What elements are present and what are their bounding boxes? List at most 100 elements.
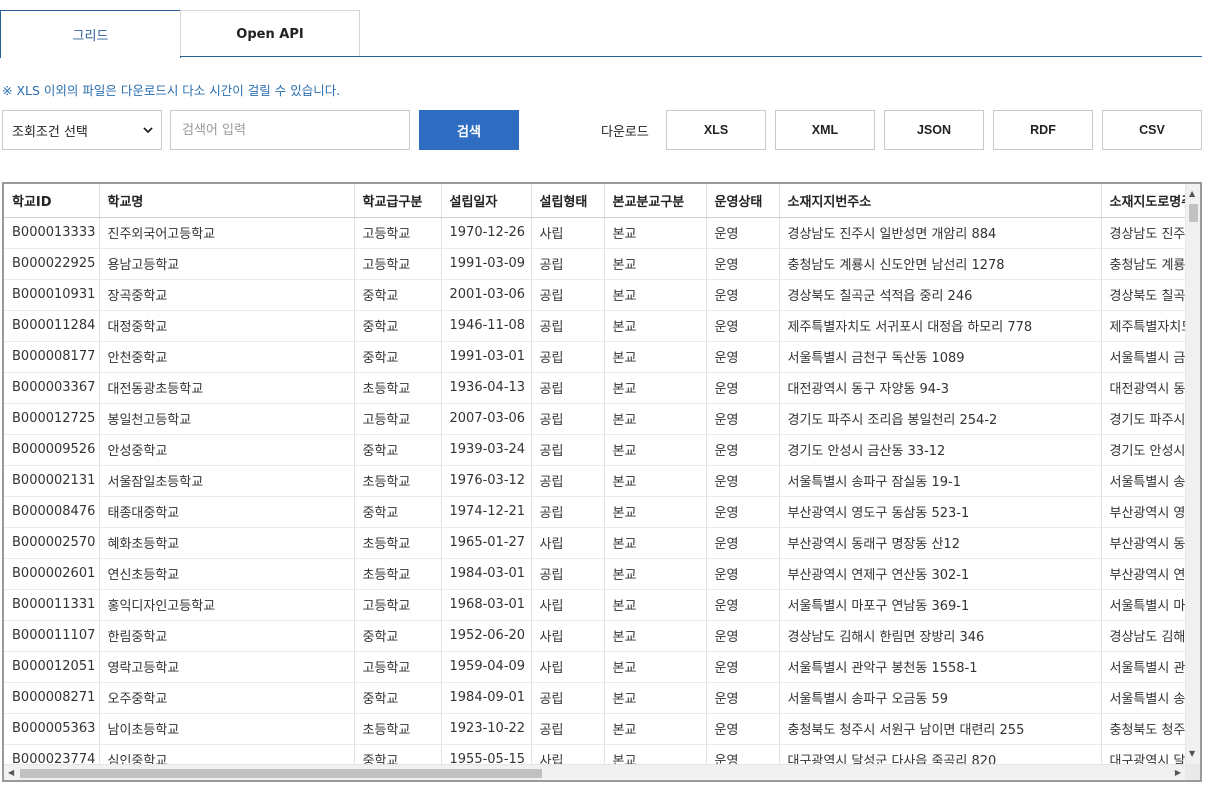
- table-row[interactable]: B000013333 진주외국어고등학교 고등학교 1970-12-26 사립 본교 운영 경…: [4, 217, 1185, 249]
- vertical-scrollbar[interactable]: ▲ ▼: [1185, 184, 1200, 764]
- column-header[interactable]: 학교ID: [4, 184, 100, 218]
- table-row[interactable]: B000003367 대전동광초등학교 초등학교 1936-04-13 공립 본교 운영 대전…: [4, 372, 1185, 404]
- table-cell: 중학교: [354, 310, 442, 342]
- table-cell: 본교: [604, 217, 707, 249]
- vertical-scroll-thumb[interactable]: [1189, 204, 1198, 222]
- table-cell: 1936-04-13: [441, 372, 532, 404]
- table-cell: 경상남도 진주시: [1101, 217, 1185, 249]
- table-cell: 1974-12-21: [441, 496, 532, 528]
- search-condition-value: 조회조건 선택: [12, 124, 88, 140]
- download-xml-button[interactable]: XML: [775, 110, 875, 150]
- table-cell: 본교: [604, 651, 707, 683]
- table-cell: 고등학교: [354, 248, 442, 280]
- table-cell: 충청남도 계룡시 신도안면 남선리 1278: [779, 248, 1102, 280]
- table-row[interactable]: B000022925 용남고등학교 고등학교 1991-03-09 공립 본교 운영 충청남도…: [4, 248, 1185, 280]
- table-cell: B000005363: [4, 713, 100, 745]
- table-cell: B000008271: [4, 682, 100, 714]
- table-cell: 태종대중학교: [99, 496, 355, 528]
- table-row[interactable]: B000012051 영락고등학교 고등학교 1959-04-09 사립 본교 운영 서울특별…: [4, 651, 1185, 683]
- table-cell: 부산광역시 영도구: [1101, 496, 1185, 528]
- table-cell: 본교: [604, 341, 707, 373]
- table-cell: 2001-03-06: [441, 279, 532, 311]
- table-cell: 서울특별시 송파구: [1101, 465, 1185, 497]
- scroll-down-arrow-icon[interactable]: ▼: [1189, 750, 1195, 758]
- table-cell: B000011107: [4, 620, 100, 652]
- table-cell: 경기도 안성시: [1101, 434, 1185, 466]
- column-header[interactable]: 본교분교구분: [604, 184, 707, 218]
- search-condition-select[interactable]: 조회조건 선택: [2, 110, 162, 150]
- column-header[interactable]: 소재지도로명주소: [1101, 184, 1185, 218]
- table-cell: 대정중학교: [99, 310, 355, 342]
- column-header[interactable]: 설립일자: [441, 184, 532, 218]
- table-row[interactable]: B000002131 서울잠일초등학교 초등학교 1976-03-12 공립 본교 운영 서울…: [4, 465, 1185, 497]
- column-header[interactable]: 운영상태: [706, 184, 780, 218]
- table-cell: 연신초등학교: [99, 558, 355, 590]
- table-cell: B000012725: [4, 403, 100, 435]
- download-csv-button[interactable]: CSV: [1102, 110, 1202, 150]
- table-cell: 운영: [706, 217, 780, 249]
- table-row[interactable]: B000008271 오주중학교 중학교 1984-09-01 공립 본교 운영 서울특별시 …: [4, 682, 1185, 714]
- table-cell: 운영: [706, 651, 780, 683]
- table-cell: 초등학교: [354, 713, 442, 745]
- table-cell: 경상북도 칠곡군 석적읍 중리 246: [779, 279, 1102, 311]
- table-row[interactable]: B000008476 태종대중학교 중학교 1974-12-21 공립 본교 운영 부산광역시…: [4, 496, 1185, 528]
- data-grid: 학교ID 학교명 학교급구분 설립일자 설립형태 본교분교구분 운영상태 소재지지번주소 소재지…: [2, 182, 1202, 782]
- table-cell: 경기도 파주시: [1101, 403, 1185, 435]
- chevron-down-icon: [143, 127, 153, 134]
- table-row[interactable]: B000005363 남이초등학교 초등학교 1923-10-22 공립 본교 운영 충청북도…: [4, 713, 1185, 745]
- download-xls-button[interactable]: XLS: [666, 110, 766, 150]
- scrollbar-corner: [1185, 764, 1200, 780]
- table-cell: 부산광역시 동래구: [1101, 527, 1185, 559]
- table-cell: 1991-03-09: [441, 248, 532, 280]
- table-cell: 1955-05-15: [441, 744, 532, 764]
- column-header[interactable]: 설립형태: [531, 184, 605, 218]
- download-label: 다운로드: [601, 125, 649, 140]
- table-cell: 본교: [604, 558, 707, 590]
- download-json-button[interactable]: JSON: [884, 110, 984, 150]
- table-cell: 사립: [531, 217, 605, 249]
- table-cell: 대전동광초등학교: [99, 372, 355, 404]
- table-row[interactable]: B000023774 심인중학교 중학교 1955-05-15 사립 본교 운영 대구광역시 …: [4, 744, 1185, 764]
- scroll-left-arrow-icon[interactable]: ◀: [8, 769, 14, 777]
- horizontal-scrollbar[interactable]: ◀ ▶: [4, 764, 1185, 780]
- table-cell: 운영: [706, 310, 780, 342]
- table-cell: 본교: [604, 434, 707, 466]
- column-header[interactable]: 소재지지번주소: [779, 184, 1102, 218]
- table-cell: B000010931: [4, 279, 100, 311]
- table-row[interactable]: B000012725 봉일천고등학교 고등학교 2007-03-06 공립 본교 운영 경기도…: [4, 403, 1185, 435]
- download-rdf-button[interactable]: RDF: [993, 110, 1093, 150]
- search-input[interactable]: [170, 110, 410, 150]
- table-cell: 1976-03-12: [441, 465, 532, 497]
- table-row[interactable]: B000011331 홍익디자인고등학교 고등학교 1968-03-01 사립 본교 운영 서…: [4, 589, 1185, 621]
- table-cell: 1968-03-01: [441, 589, 532, 621]
- table-cell: 홍익디자인고등학교: [99, 589, 355, 621]
- table-row[interactable]: B000011284 대정중학교 중학교 1946-11-08 공립 본교 운영 제주특별자치…: [4, 310, 1185, 342]
- horizontal-scroll-thumb[interactable]: [20, 769, 542, 778]
- table-cell: 본교: [604, 744, 707, 764]
- grid-table: 학교ID 학교명 학교급구분 설립일자 설립형태 본교분교구분 운영상태 소재지지번주소 소재지…: [4, 184, 1185, 764]
- table-cell: 초등학교: [354, 558, 442, 590]
- table-row[interactable]: B000009526 안성중학교 중학교 1939-03-24 공립 본교 운영 경기도 안성…: [4, 434, 1185, 466]
- column-header[interactable]: 학교급구분: [354, 184, 442, 218]
- tab-open-api[interactable]: Open API: [180, 10, 360, 57]
- table-cell: 초등학교: [354, 372, 442, 404]
- table-cell: 본교: [604, 465, 707, 497]
- scroll-right-arrow-icon[interactable]: ▶: [1175, 769, 1181, 777]
- table-row[interactable]: B000010931 장곡중학교 중학교 2001-03-06 공립 본교 운영 경상북도 칠…: [4, 279, 1185, 311]
- table-cell: 대전광역시 동구: [1101, 372, 1185, 404]
- table-cell: B000022925: [4, 248, 100, 280]
- table-row[interactable]: B000008177 안천중학교 중학교 1991-03-01 공립 본교 운영 서울특별시 …: [4, 341, 1185, 373]
- search-button[interactable]: 검색: [419, 110, 519, 150]
- table-cell: 운영: [706, 372, 780, 404]
- table-cell: B000008177: [4, 341, 100, 373]
- scroll-up-arrow-icon[interactable]: ▲: [1189, 190, 1195, 198]
- table-row[interactable]: B000002601 연신초등학교 초등학교 1984-03-01 공립 본교 운영 부산광역…: [4, 558, 1185, 590]
- table-cell: 경기도 파주시 조리읍 봉일천리 254-2: [779, 403, 1102, 435]
- table-cell: 진주외국어고등학교: [99, 217, 355, 249]
- table-cell: 안천중학교: [99, 341, 355, 373]
- tab-grid[interactable]: 그리드: [0, 10, 181, 58]
- table-cell: 경상북도 칠곡군: [1101, 279, 1185, 311]
- table-row[interactable]: B000011107 한림중학교 중학교 1952-06-20 사립 본교 운영 경상남도 김…: [4, 620, 1185, 652]
- table-row[interactable]: B000002570 혜화초등학교 초등학교 1965-01-27 사립 본교 운영 부산광역…: [4, 527, 1185, 559]
- column-header[interactable]: 학교명: [99, 184, 355, 218]
